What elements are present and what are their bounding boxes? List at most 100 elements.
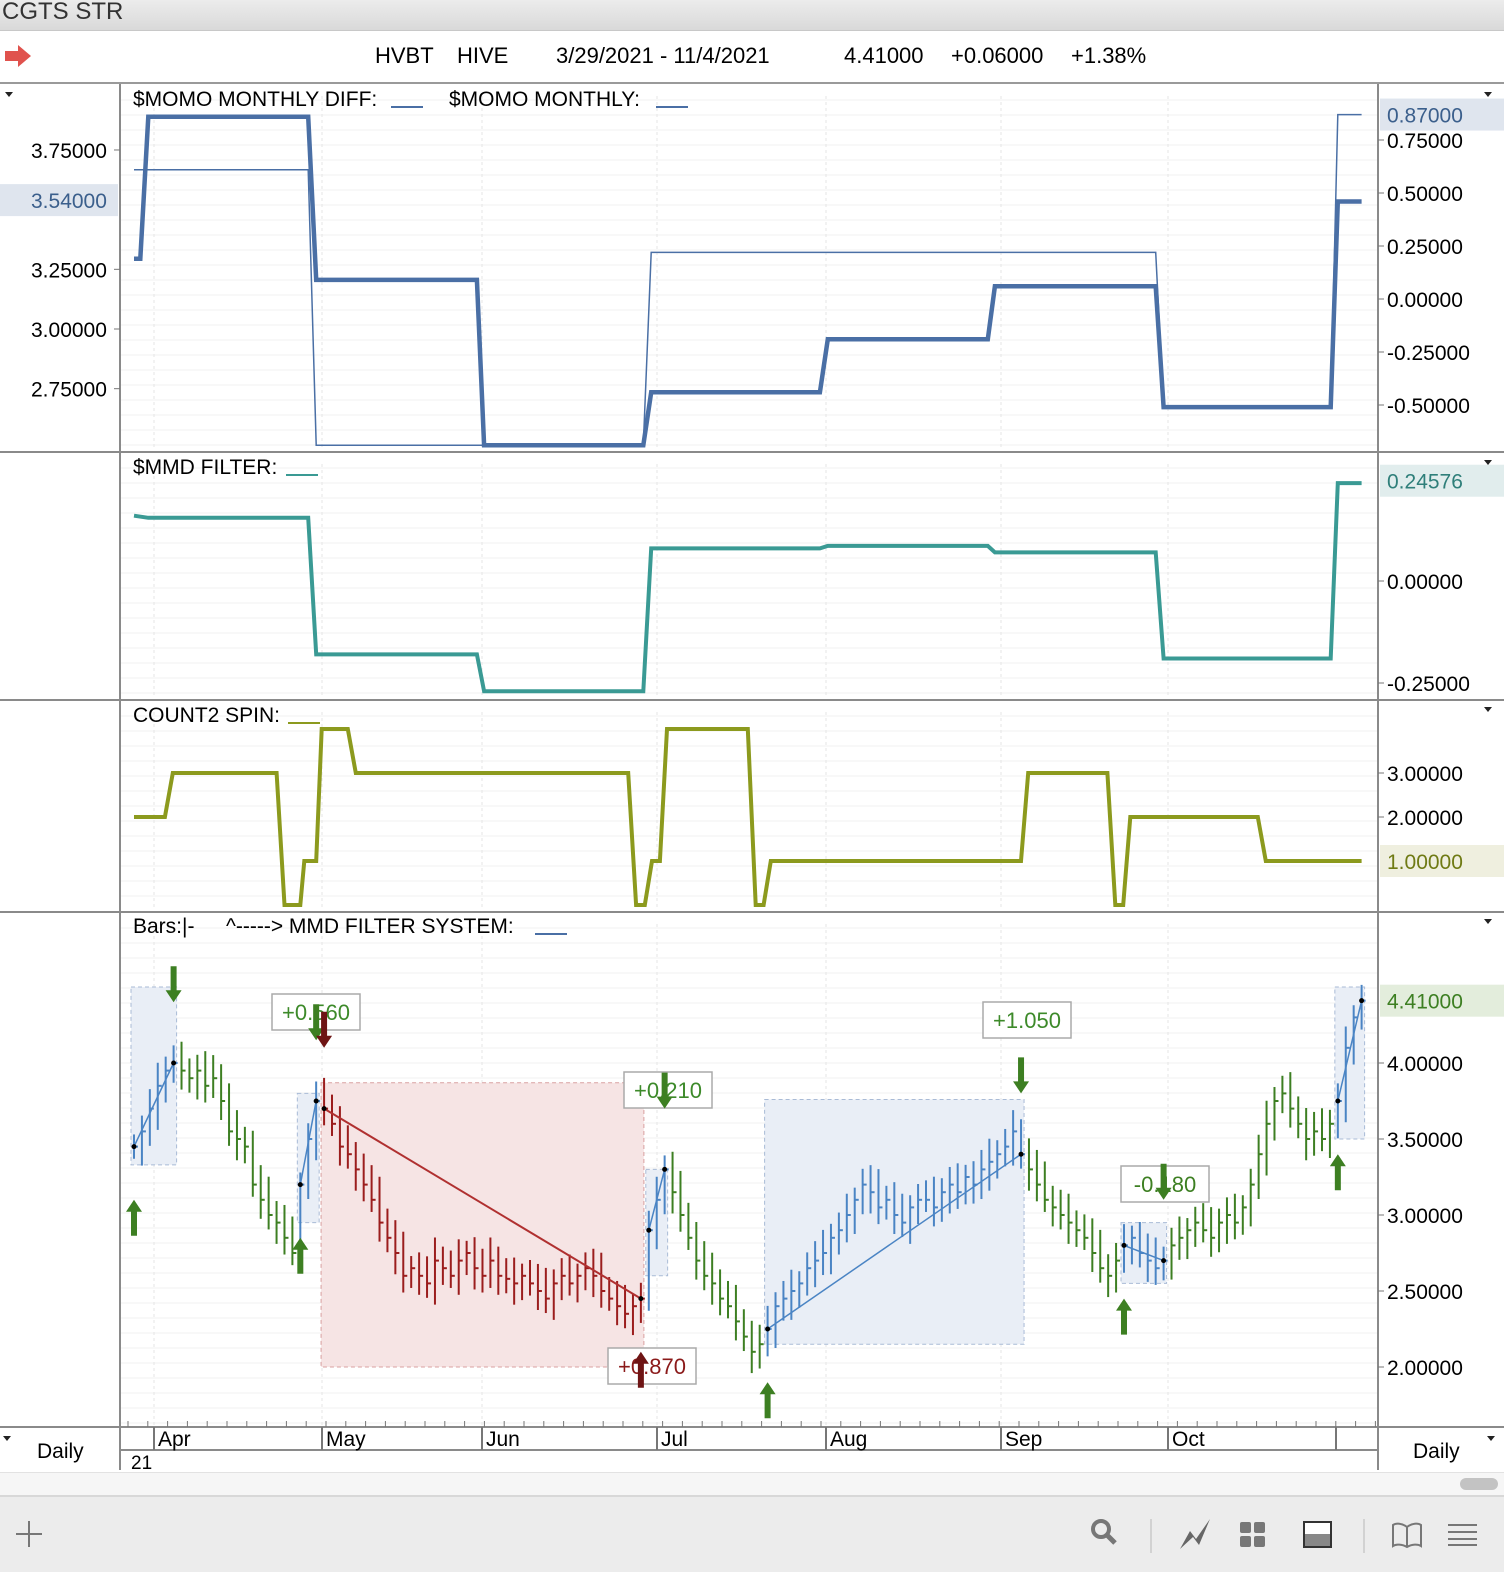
y-tick-label: 3.00000 [31,319,107,342]
price-bar [1313,1111,1319,1156]
trade-entry-point [297,1182,303,1188]
plus-icon[interactable] [14,1519,44,1549]
price-bar [758,1324,764,1369]
y-tick-label: 3.00000 [1387,763,1463,786]
trade-exit-point [638,1296,644,1302]
panel-menu-icon[interactable] [1484,460,1492,465]
price-bar [1186,1218,1192,1260]
price-bar [1210,1207,1216,1257]
price-bar [1051,1185,1057,1227]
y-tick-label: 0.25000 [1387,236,1463,259]
price-bar [275,1201,281,1244]
price-bar [1083,1214,1089,1250]
trade-exit-point [171,1060,177,1066]
trade-exit-point [1161,1258,1167,1264]
y-tick-label: -0.25000 [1387,342,1470,365]
trade-entry-point [765,1326,771,1332]
label-mmd-filter: $MMD FILTER: [133,456,277,479]
price-bar [212,1055,218,1098]
y-tick-label: 2.50000 [1387,1281,1463,1304]
current-value-label: 0.87000 [1387,105,1463,128]
y-tick-label: 0.75000 [1387,130,1463,153]
price-bar [711,1252,717,1305]
y-tick-label: 3.75000 [31,140,107,163]
label-mmd-system: ^-----> MMD FILTER SYSTEM: [226,915,514,938]
trade-exit-point [1359,998,1365,1004]
panel-menu-icon[interactable] [1484,919,1492,924]
price-bar [243,1126,249,1164]
buy-arrow-icon [1116,1298,1132,1335]
price-bar [1233,1193,1239,1240]
y-tick-label: 3.50000 [1387,1129,1463,1152]
search-icon[interactable] [1089,1517,1119,1547]
panel-frame [0,84,1504,1470]
price-bar [1202,1203,1208,1243]
price-bar [1043,1161,1049,1212]
buy-arrow-icon [1329,1154,1346,1191]
price-bar [1321,1108,1326,1152]
horizontal-scrollbar[interactable] [0,1472,1504,1495]
price-bar [1225,1197,1231,1244]
month-label: Jul [661,1428,688,1451]
price-bar [283,1204,289,1255]
price-bar [703,1241,709,1291]
menu-icon[interactable] [1448,1523,1478,1547]
price-bar [1115,1242,1121,1293]
axes: 0.75000 0.50000 0.25000 0.00000 -0.25000 -0.5… [0,98,1504,1380]
price-bar [251,1130,257,1197]
y-tick-label: 2.75000 [31,379,107,402]
period-menu-icon[interactable] [3,1436,11,1441]
current-value-label: 4.41000 [1387,991,1463,1014]
trade-box [320,1082,645,1368]
period-right[interactable]: Daily [1413,1440,1460,1463]
trade-entry-point [646,1227,652,1233]
panel-menu-icon[interactable] [1484,707,1492,712]
price-bar [742,1309,748,1352]
trade-entry-point [1121,1242,1127,1248]
month-label: Apr [158,1428,191,1451]
price-bar [1305,1107,1311,1161]
y-tick-label: -0.50000 [1387,395,1470,418]
price-bar [1273,1087,1279,1141]
trade-entry-point [1335,1098,1341,1104]
trade-exit-point [313,1098,319,1104]
price-bar [1178,1216,1184,1260]
price-bar [259,1165,265,1219]
price-bar [267,1176,273,1230]
buy-arrow-icon [126,1199,142,1236]
period-menu-icon[interactable] [1487,1436,1495,1441]
y-tick-label: 3.00000 [1387,1205,1463,1228]
price-bar [1257,1134,1263,1200]
trade-result-label: +1.050 [993,1008,1061,1033]
price-bar [1328,1109,1334,1158]
y-tick-label: 3.25000 [31,259,107,282]
label-momo-diff: $MOMO MONTHLY DIFF: [133,88,377,111]
y-tick-label: 2.00000 [1387,807,1463,830]
year-label: 21 [131,1453,152,1472]
price-bar [204,1051,210,1103]
panel-icon[interactable] [1303,1521,1333,1549]
panel-menu-icon[interactable] [5,92,13,97]
current-value-label: 1.00000 [1387,851,1463,874]
price-bar [1218,1208,1224,1253]
scroll-thumb[interactable] [1460,1478,1498,1490]
chart-area[interactable]: +0.560+0.870+0.210+1.050-0.180 $MOMO MON… [0,0,1504,1472]
y-tick-label: 0.00000 [1387,289,1463,312]
y-tick-label: 0.00000 [1387,571,1463,594]
book-icon[interactable] [1391,1521,1423,1549]
panel-menu-icon[interactable] [1484,92,1492,97]
chart-line-icon[interactable] [1178,1517,1212,1551]
trade-exit-point [662,1166,668,1172]
momo-monthly-diff-line [134,114,1362,448]
price-bar [750,1320,756,1374]
price-bar [1035,1149,1041,1202]
grid-icon[interactable] [1239,1521,1267,1549]
price-bar [1297,1096,1303,1139]
bottom-toolbar [0,1495,1504,1572]
period-left[interactable]: Daily [37,1440,84,1463]
price-bar [1241,1195,1247,1235]
trade-entry-point [321,1106,327,1112]
price-bar [220,1064,226,1120]
month-label: Aug [830,1428,867,1451]
label-momo: $MOMO MONTHLY: [449,88,640,111]
